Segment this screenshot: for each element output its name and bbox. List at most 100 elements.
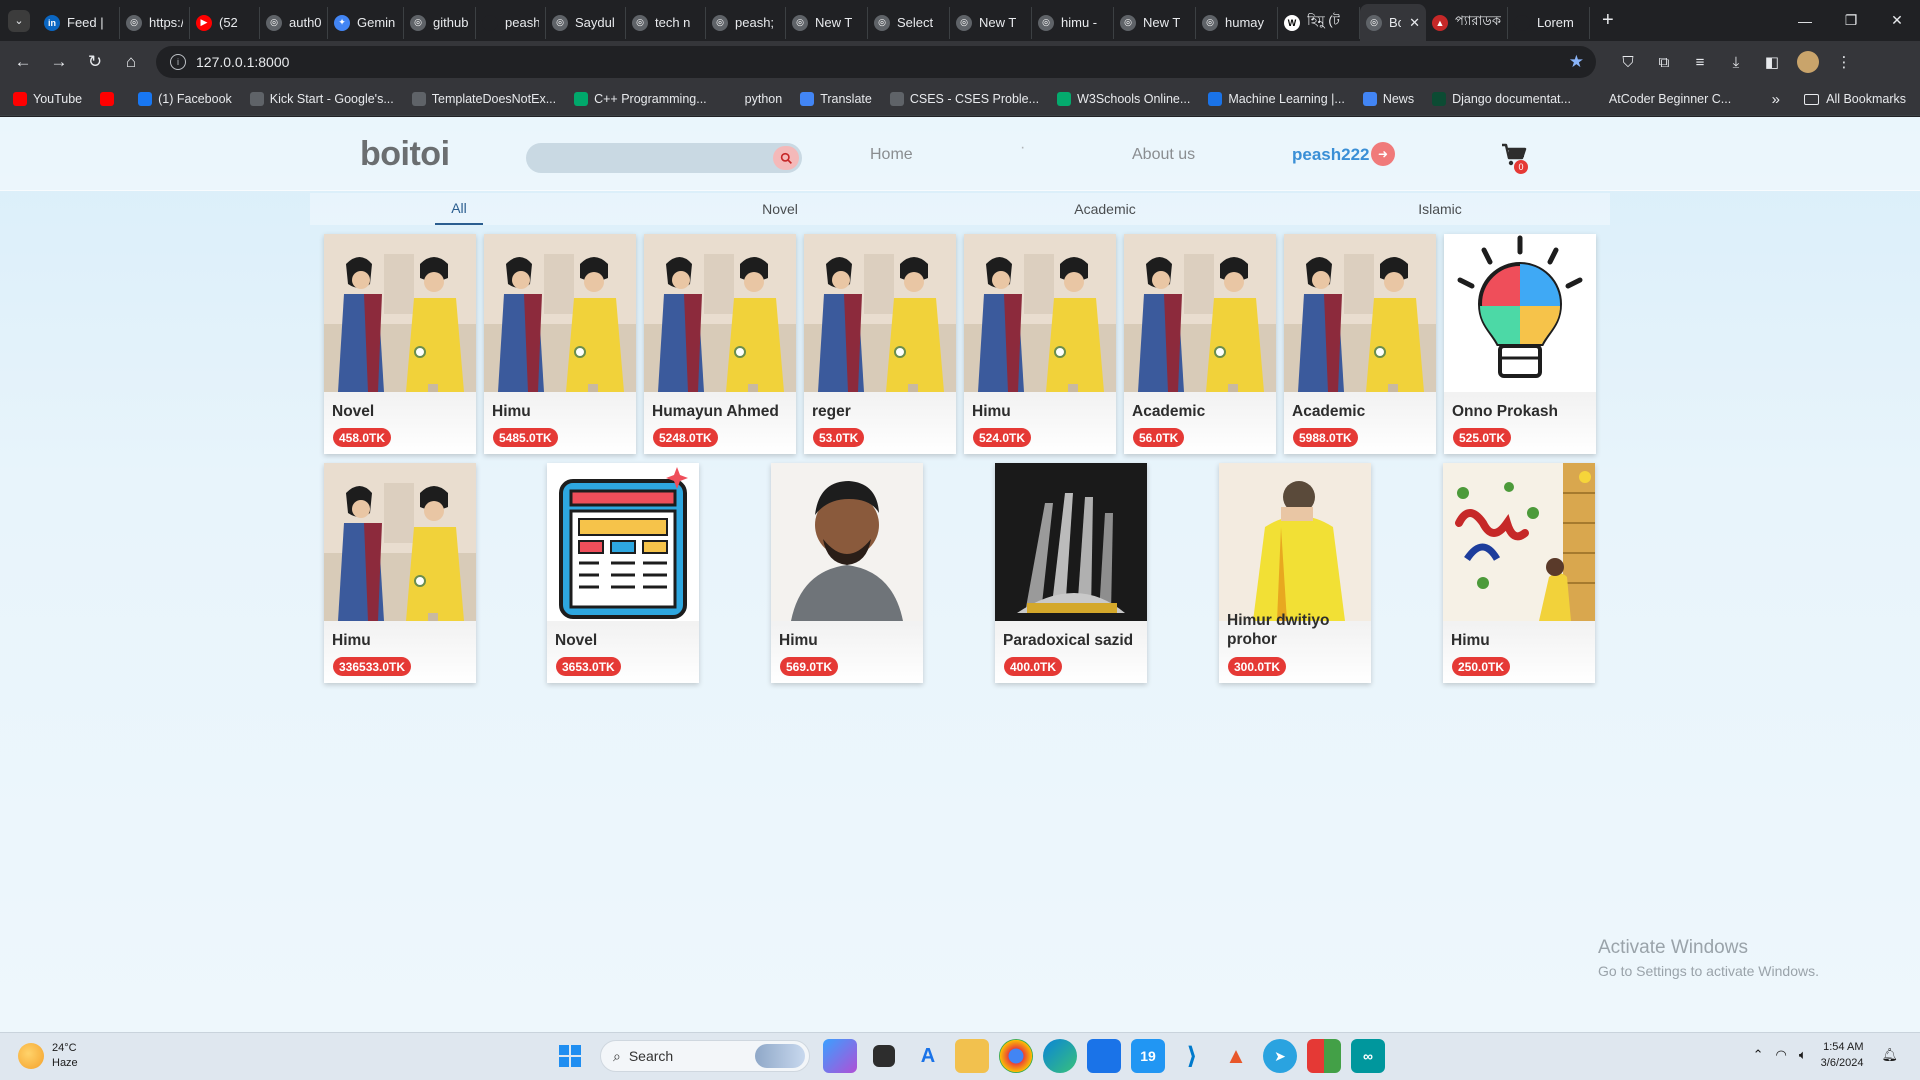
book-cover-image[interactable] — [1444, 234, 1596, 392]
site-info-icon[interactable]: i — [170, 54, 186, 70]
book-card[interactable]: Himu 569.0TK — [771, 463, 923, 683]
nav-about-link[interactable]: About us — [1132, 146, 1195, 164]
store-icon[interactable] — [1087, 1039, 1121, 1073]
browser-tab[interactable]: ▲ প্যারাডক — [1426, 6, 1508, 39]
book-title[interactable]: Academic — [1132, 402, 1272, 421]
book-title[interactable]: Novel — [332, 402, 472, 421]
browser-tab[interactable]: ◎ peash; — [706, 6, 786, 39]
taskbar-search-box[interactable]: ⌕ Search — [600, 1040, 810, 1072]
notification-bell-icon[interactable]: 🔔︎ — [1881, 1047, 1898, 1063]
nav-home-link[interactable]: Home — [870, 146, 913, 164]
book-cover-image[interactable] — [995, 463, 1147, 621]
book-title[interactable]: Paradoxical sazid — [1003, 631, 1143, 650]
tab-close-icon[interactable]: ✕ — [1409, 15, 1420, 31]
bookmark-item[interactable]: YouTube — [4, 92, 91, 106]
more-bookmarks-icon[interactable]: » — [1772, 91, 1780, 108]
book-card[interactable]: reger 53.0TK — [804, 234, 956, 454]
book-card[interactable]: Paradoxical sazid 400.0TK — [995, 463, 1147, 683]
forward-icon[interactable]: → — [42, 45, 76, 79]
book-card[interactable]: Himu 524.0TK — [964, 234, 1116, 454]
book-title[interactable]: Academic — [1292, 402, 1432, 421]
book-card[interactable]: Himu 336533.0TK — [324, 463, 476, 683]
browser-tab[interactable]: ✦ Gemin — [328, 6, 404, 39]
book-cover-image[interactable] — [547, 463, 699, 621]
book-card[interactable]: Humayun Ahmed 5248.0TK — [644, 234, 796, 454]
browser-tab[interactable]: ◎ auth0 — [260, 6, 328, 39]
book-card[interactable]: Novel 458.0TK — [324, 234, 476, 454]
shield-icon[interactable]: ⛉ — [1610, 46, 1646, 78]
book-card[interactable]: Academic 5988.0TK — [1284, 234, 1436, 454]
home-icon[interactable]: ⌂ — [114, 45, 148, 79]
book-card[interactable]: Himu 250.0TK — [1443, 463, 1595, 683]
bookmark-item[interactable]: W3Schools Online... — [1048, 92, 1199, 106]
tab-academic[interactable]: Academic — [1060, 193, 1150, 225]
book-title[interactable]: Himu — [972, 402, 1112, 421]
book-cover-image[interactable] — [324, 463, 476, 621]
browser-tab[interactable]: ◎ New T — [950, 6, 1032, 39]
browser-tab[interactable]: ◎ New T — [1114, 6, 1196, 39]
book-cover-image[interactable] — [484, 234, 636, 392]
book-cover-image[interactable] — [964, 234, 1116, 392]
matlab-icon[interactable]: ▲ — [1219, 1039, 1253, 1073]
tab-islamic[interactable]: Islamic — [1400, 193, 1480, 225]
arduino-icon[interactable]: ∞ — [1351, 1039, 1385, 1073]
wifi-icon[interactable]: ◠ — [1776, 1047, 1787, 1063]
chrome-icon[interactable] — [999, 1039, 1033, 1073]
back-icon[interactable]: ← — [6, 45, 40, 79]
book-cover-image[interactable] — [1124, 234, 1276, 392]
minimize-icon[interactable]: — — [1782, 0, 1828, 41]
bookmark-item[interactable]: CSES - CSES Proble... — [881, 92, 1048, 106]
restore-icon[interactable]: ❐ — [1828, 0, 1874, 41]
book-title[interactable]: reger — [812, 402, 952, 421]
download-icon[interactable]: ⤓ — [1718, 46, 1754, 78]
bookmark-item[interactable]: C++ Programming... — [565, 92, 716, 106]
book-card[interactable]: Onno Prokash 525.0TK — [1444, 234, 1596, 454]
task-view-icon[interactable] — [873, 1045, 895, 1067]
browser-tab[interactable]: in Feed | — [38, 6, 120, 39]
browser-tab[interactable]: ◎ Select — [868, 6, 950, 39]
new-tab-button[interactable]: + — [1602, 9, 1614, 32]
book-cover-image[interactable] — [1443, 463, 1595, 621]
tab-search-button[interactable]: ⌄ — [8, 9, 30, 32]
book-title[interactable]: Himu — [1451, 631, 1591, 650]
winrar-icon[interactable] — [1307, 1039, 1341, 1073]
book-title[interactable]: Novel — [555, 631, 695, 650]
book-cover-image[interactable] — [804, 234, 956, 392]
book-card[interactable]: Academic 56.0TK — [1124, 234, 1276, 454]
menu-icon[interactable]: ⋮ — [1826, 46, 1862, 78]
book-cover-image[interactable] — [771, 463, 923, 621]
bookmark-item[interactable] — [91, 92, 129, 106]
vscode-icon[interactable]: ⟩ — [1175, 1039, 1209, 1073]
start-icon[interactable] — [553, 1039, 587, 1073]
reload-icon[interactable]: ↻ — [78, 45, 112, 79]
volume-icon[interactable]: 🔈︎ — [1799, 1047, 1807, 1063]
bookmark-item[interactable]: Kick Start - Google's... — [241, 92, 403, 106]
browser-tab[interactable]: Lorem — [1508, 6, 1590, 39]
book-card[interactable]: Himu 5485.0TK — [484, 234, 636, 454]
book-cover-image[interactable] — [644, 234, 796, 392]
book-cover-image[interactable] — [1284, 234, 1436, 392]
app-19-icon[interactable]: 19 — [1131, 1039, 1165, 1073]
copilot-icon[interactable] — [823, 1039, 857, 1073]
browser-tab[interactable]: ◎ tech n — [626, 6, 706, 39]
tab-novel[interactable]: Novel — [740, 193, 820, 225]
bookmark-item[interactable]: python — [716, 92, 792, 106]
browser-tab[interactable]: ◎ https:/ — [120, 6, 190, 39]
bookmark-item[interactable]: Translate — [791, 92, 881, 106]
book-cover-image[interactable] — [1219, 463, 1371, 621]
bookmark-item[interactable]: AtCoder Beginner C... — [1580, 92, 1740, 106]
browser-tab[interactable]: ◎ himu - — [1032, 6, 1114, 39]
nav-username[interactable]: peash222 — [1292, 145, 1370, 165]
browser-tab[interactable]: ◎ New T — [786, 6, 868, 39]
close-window-icon[interactable]: ✕ — [1874, 0, 1920, 41]
translate-app-icon[interactable]: A — [911, 1039, 945, 1073]
bookmark-item[interactable]: Machine Learning |... — [1199, 92, 1354, 106]
browser-tab[interactable]: peash — [476, 6, 546, 39]
profile-avatar[interactable] — [1797, 51, 1819, 73]
bookmark-item[interactable]: (1) Facebook — [129, 92, 241, 106]
address-bar[interactable]: i 127.0.0.1:8000 ★ — [156, 46, 1596, 78]
browser-tab[interactable]: ◎ Bc ✕ — [1360, 4, 1426, 41]
tab-all[interactable]: All — [435, 193, 483, 225]
clock[interactable]: 1:54 AM 3/6/2024 — [1821, 1039, 1864, 1071]
edge-icon[interactable] — [1043, 1039, 1077, 1073]
